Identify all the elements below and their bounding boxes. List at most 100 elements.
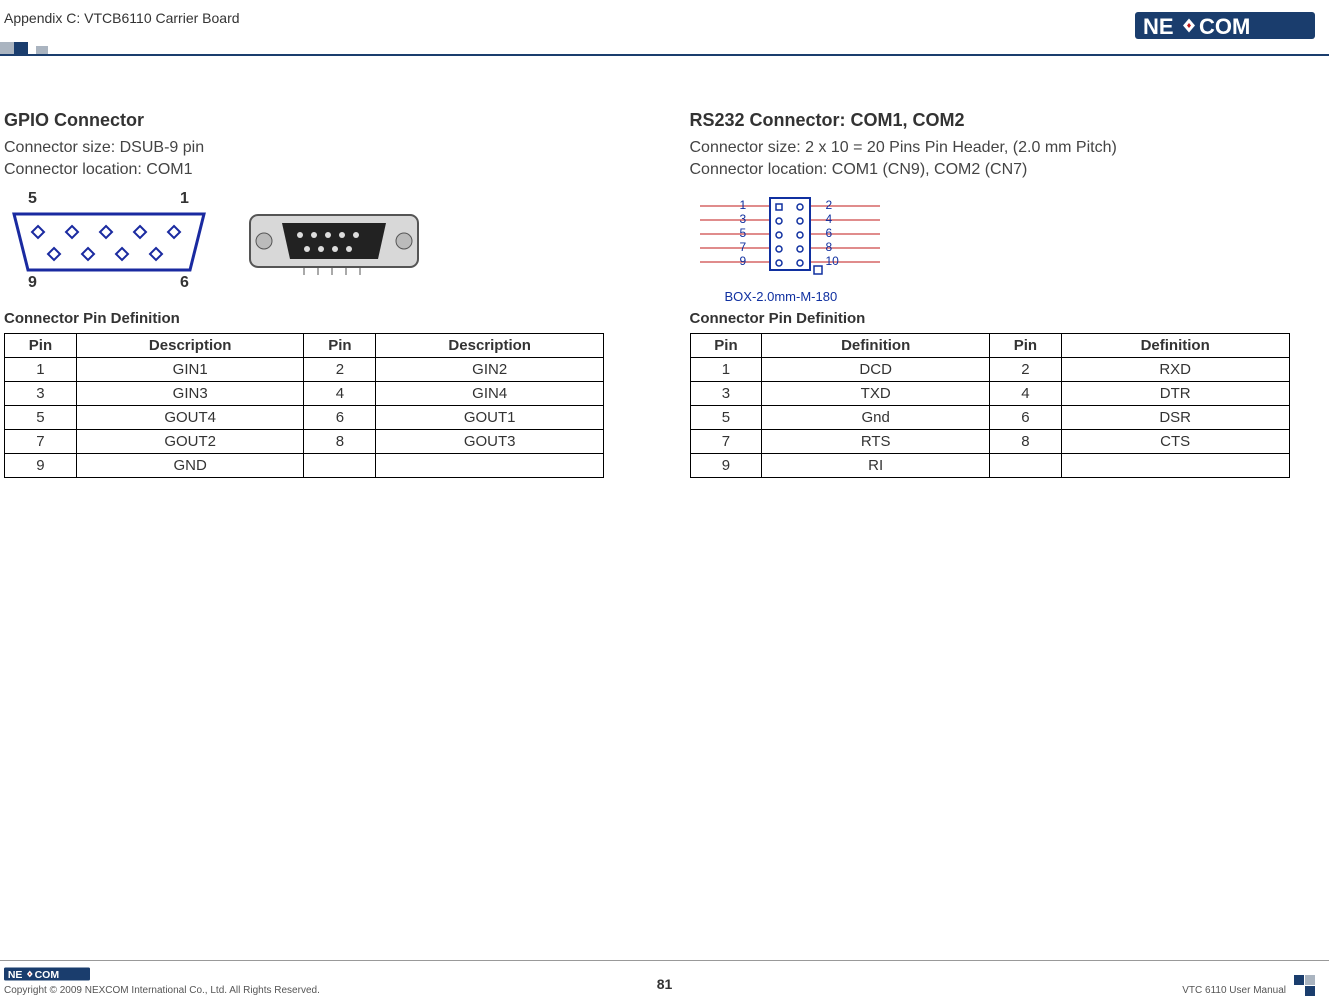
- rs232-size: Connector size: 2 x 10 = 20 Pins Pin Hea…: [690, 137, 1316, 159]
- table-row: 5GOUT46GOUT1: [5, 406, 604, 430]
- table-cell: GIN1: [76, 358, 304, 382]
- svg-text:COM: COM: [1199, 14, 1250, 39]
- box-l5: 5: [740, 226, 747, 240]
- th-pin: Pin: [5, 334, 77, 358]
- copyright: Copyright © 2009 NEXCOM International Co…: [4, 985, 320, 996]
- table-cell: CTS: [1061, 430, 1289, 454]
- box-r8: 8: [826, 240, 833, 254]
- table-cell: 2: [304, 358, 376, 382]
- table-cell: Gnd: [762, 406, 990, 430]
- box-l7: 7: [740, 240, 747, 254]
- appendix-title: Appendix C: VTCB6110 Carrier Board: [0, 8, 240, 26]
- table-cell: [304, 454, 376, 478]
- table-cell: 3: [690, 382, 762, 406]
- table-cell: GOUT2: [76, 430, 304, 454]
- table-row: 9RI: [690, 454, 1289, 478]
- box-l9: 9: [740, 254, 747, 268]
- gpio-size: Connector size: DSUB-9 pin: [4, 137, 630, 159]
- rs232-tbody: 1DCD2RXD3TXD4DTR5Gnd6DSR7RTS8CTS9RI: [690, 358, 1289, 478]
- table-cell: 8: [304, 430, 376, 454]
- table-cell: 5: [690, 406, 762, 430]
- rs232-table-title: Connector Pin Definition: [690, 310, 1316, 327]
- rs232-location: Connector location: COM1 (CN9), COM2 (CN…: [690, 159, 1316, 181]
- th-pin: Pin: [690, 334, 762, 358]
- rs232-pin-table: Pin Definition Pin Definition 1DCD2RXD3T…: [690, 333, 1290, 478]
- table-cell: 6: [989, 406, 1061, 430]
- page-number: 81: [657, 976, 673, 992]
- table-cell: 9: [690, 454, 762, 478]
- gpio-pin-table: Pin Description Pin Description 1GIN12GI…: [4, 333, 604, 478]
- footer-right: VTC 6110 User Manual: [1182, 975, 1315, 996]
- table-cell: 8: [989, 430, 1061, 454]
- th-desc: Description: [76, 334, 304, 358]
- gpio-title: GPIO Connector: [4, 110, 630, 131]
- table-cell: 5: [5, 406, 77, 430]
- svg-text:NE: NE: [1143, 14, 1174, 39]
- table-cell: 9: [5, 454, 77, 478]
- table-row: 3GIN34GIN4: [5, 382, 604, 406]
- table-cell: DTR: [1061, 382, 1289, 406]
- table-cell: GIN4: [376, 382, 604, 406]
- box-caption: BOX-2.0mm-M-180: [725, 289, 838, 304]
- table-row: 1GIN12GIN2: [5, 358, 604, 382]
- table-cell: GND: [76, 454, 304, 478]
- table-row: 7RTS8CTS: [690, 430, 1289, 454]
- dsub-photo: [244, 197, 424, 292]
- content: GPIO Connector Connector size: DSUB-9 pi…: [4, 110, 1315, 478]
- table-cell: GOUT1: [376, 406, 604, 430]
- table-row: 1DCD2RXD: [690, 358, 1289, 382]
- th-def: Definition: [762, 334, 990, 358]
- table-cell: TXD: [762, 382, 990, 406]
- header-rule: [0, 54, 1329, 56]
- table-cell: 6: [304, 406, 376, 430]
- dsub-label-5: 5: [28, 190, 37, 208]
- table-row: 7GOUT28GOUT3: [5, 430, 604, 454]
- gpio-figures: 5 1 9 6: [4, 194, 630, 294]
- table-row: 9GND: [5, 454, 604, 478]
- box-l1: 1: [740, 198, 747, 212]
- table-cell: RTS: [762, 430, 990, 454]
- box-r10: 10: [826, 254, 839, 268]
- footer-left: NE COM Copyright © 2009 NEXCOM Internati…: [4, 965, 320, 996]
- corner-decor: [1294, 975, 1315, 996]
- table-cell: 4: [989, 382, 1061, 406]
- table-cell: RXD: [1061, 358, 1289, 382]
- table-cell: 7: [690, 430, 762, 454]
- gpio-subtitle: Connector size: DSUB-9 pin Connector loc…: [4, 137, 630, 180]
- th-pin2: Pin: [989, 334, 1061, 358]
- footer-logo: NE COM: [4, 965, 90, 983]
- table-cell: GIN3: [76, 382, 304, 406]
- box-l3: 3: [740, 212, 747, 226]
- svg-text:NE: NE: [8, 969, 23, 981]
- page-header: Appendix C: VTCB6110 Carrier Board NE CO…: [0, 0, 1329, 43]
- page-footer: NE COM Copyright © 2009 NEXCOM Internati…: [0, 960, 1329, 996]
- dsub-label-1: 1: [180, 190, 189, 208]
- gpio-table-title: Connector Pin Definition: [4, 310, 630, 327]
- th-def2: Definition: [1061, 334, 1289, 358]
- rs232-subtitle: Connector size: 2 x 10 = 20 Pins Pin Hea…: [690, 137, 1316, 180]
- box-r2: 2: [826, 198, 833, 212]
- table-cell: GIN2: [376, 358, 604, 382]
- table-cell: GOUT4: [76, 406, 304, 430]
- box-r4: 4: [826, 212, 833, 226]
- brand-logo: NE COM: [1135, 8, 1315, 43]
- table-cell: 7: [5, 430, 77, 454]
- table-cell: [376, 454, 604, 478]
- table-cell: 4: [304, 382, 376, 406]
- table-cell: 1: [5, 358, 77, 382]
- table-cell: DCD: [762, 358, 990, 382]
- th-pin2: Pin: [304, 334, 376, 358]
- table-cell: [1061, 454, 1289, 478]
- th-desc2: Description: [376, 334, 604, 358]
- table-cell: 1: [690, 358, 762, 382]
- box-r6: 6: [826, 226, 833, 240]
- box-header-diagram: 1 3 5 7 9 2 4 6 8 10 BOX-2.0mm-M-180: [690, 194, 900, 304]
- gpio-location: Connector location: COM1: [4, 159, 630, 181]
- gpio-tbody: 1GIN12GIN23GIN34GIN45GOUT46GOUT17GOUT28G…: [5, 358, 604, 478]
- right-column: RS232 Connector: COM1, COM2 Connector si…: [690, 110, 1316, 478]
- rs232-title: RS232 Connector: COM1, COM2: [690, 110, 1316, 131]
- left-column: GPIO Connector Connector size: DSUB-9 pi…: [4, 110, 630, 478]
- table-row: 5Gnd6DSR: [690, 406, 1289, 430]
- svg-text:COM: COM: [35, 969, 60, 981]
- manual-name: VTC 6110 User Manual: [1182, 985, 1286, 996]
